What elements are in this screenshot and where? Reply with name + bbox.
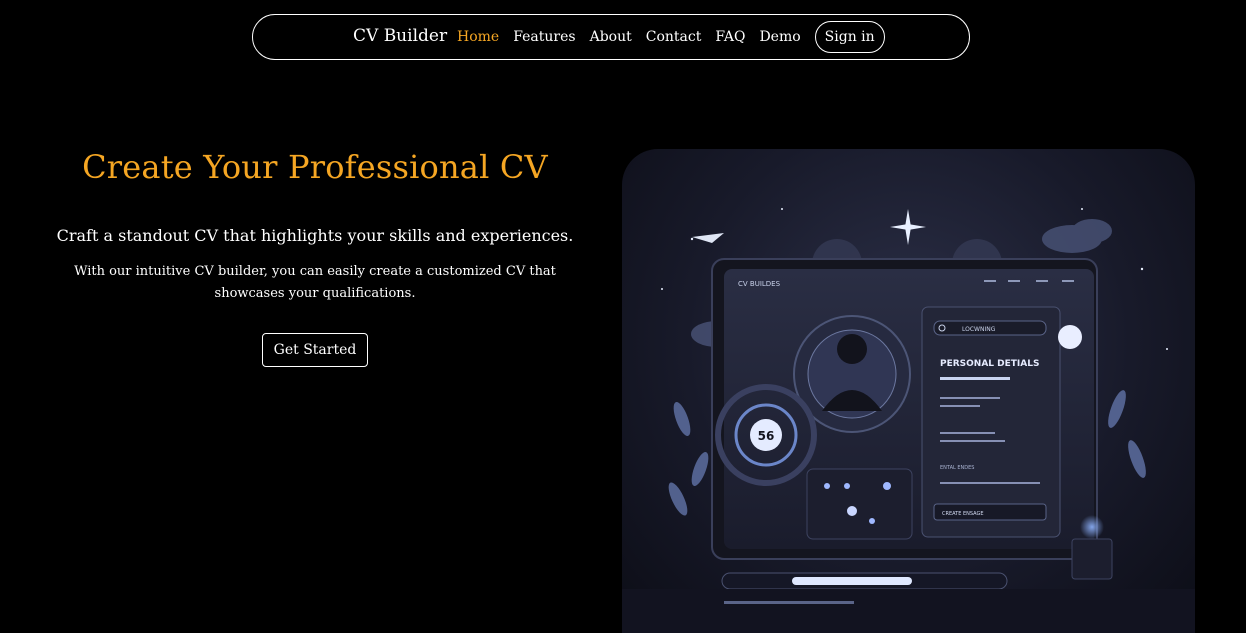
panel-button-label: CREATE ENSAGE bbox=[942, 511, 984, 517]
personal-details-panel: LOCWNING PERSONAL DETIALS ENTAL ENDES CR… bbox=[921, 306, 1061, 538]
progress-bar bbox=[721, 572, 1008, 590]
brand-logo[interactable]: CV Builder bbox=[353, 26, 447, 46]
panel-search-label: LOCWNING bbox=[962, 326, 996, 333]
nav-link-demo[interactable]: Demo bbox=[759, 29, 800, 45]
cv-builder-illustration-svg: CV BUILDES 56 LOCWNING PERSONAL DETIALS … bbox=[622, 208, 1195, 633]
bubble-icon bbox=[1058, 325, 1082, 349]
hero-section: Create Your Professional CV Craft a stan… bbox=[40, 148, 590, 367]
sign-in-button[interactable]: Sign in bbox=[814, 21, 885, 53]
nav-link-home[interactable]: Home bbox=[457, 29, 499, 45]
get-started-button[interactable]: Get Started bbox=[261, 333, 369, 367]
nav-link-faq[interactable]: FAQ bbox=[715, 29, 745, 45]
nav-link-about[interactable]: About bbox=[590, 29, 632, 45]
pen-icon bbox=[724, 601, 854, 604]
nav-links: Home Features About Contact FAQ Demo Sig… bbox=[457, 21, 885, 53]
desk-surface bbox=[622, 589, 1195, 633]
nav-link-contact[interactable]: Contact bbox=[646, 29, 702, 45]
control-panel bbox=[806, 468, 913, 540]
hero-illustration: CV BUILDES 56 LOCWNING PERSONAL DETIALS … bbox=[622, 149, 1195, 633]
app-name-label: CV BUILDES bbox=[738, 280, 781, 288]
hero-description: With our intuitive CV builder, you can e… bbox=[74, 264, 556, 301]
gauge-number: 56 bbox=[758, 429, 775, 443]
navbar: CV Builder Home Features About Contact F… bbox=[252, 14, 970, 60]
nav-link-features[interactable]: Features bbox=[513, 29, 575, 45]
hero-subtitle: Craft a standout CV that highlights your… bbox=[56, 226, 574, 245]
panel-heading: PERSONAL DETIALS bbox=[940, 359, 1039, 369]
plane-icon bbox=[692, 233, 724, 243]
panel-section-label: ENTAL ENDES bbox=[940, 465, 974, 471]
hero-title: Create Your Professional CV bbox=[82, 148, 548, 186]
